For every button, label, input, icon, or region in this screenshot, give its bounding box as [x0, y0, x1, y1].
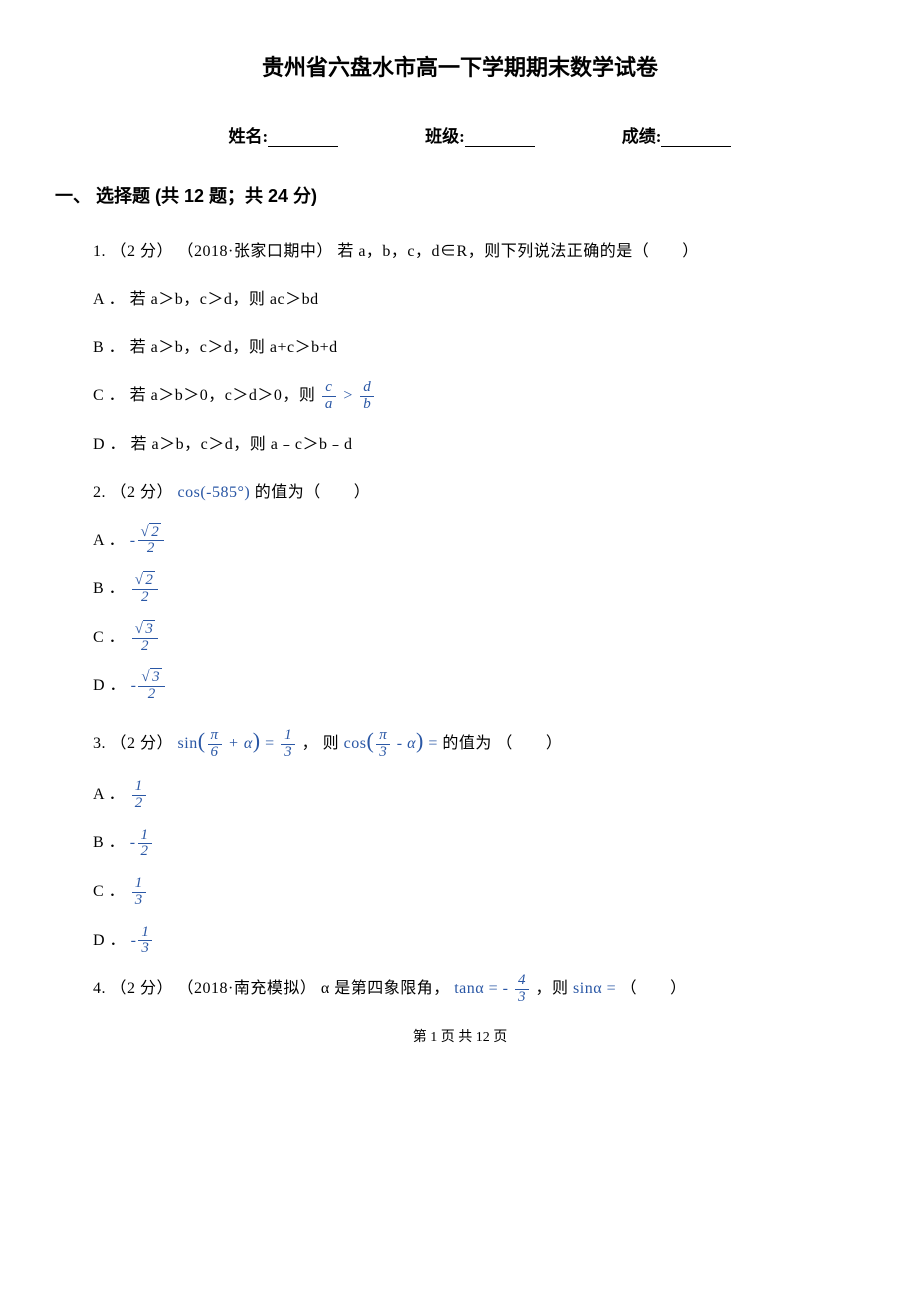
- page-title: 贵州省六盘水市高一下学期期末数学试卷: [55, 50, 865, 82]
- q2-option-c[interactable]: C ． √3 2: [93, 622, 865, 655]
- q4-mid: ，则: [536, 980, 574, 997]
- q2-d-prefix: D ．: [93, 677, 131, 694]
- name-blank[interactable]: [268, 129, 338, 147]
- q2-math: cos(‑585°): [178, 484, 251, 501]
- score-blank[interactable]: [661, 129, 731, 147]
- student-info-row: 姓名: 班级: 成绩:: [55, 122, 865, 147]
- q3-option-c[interactable]: C ． 13: [93, 876, 865, 909]
- q2-b-prefix: B ．: [93, 580, 130, 597]
- q3-mid: ， 则: [302, 735, 340, 752]
- q1-stem: 1. （2 分） （2018·张家口期中） 若 a，b，c，d∈R，则下列说法正…: [93, 236, 865, 268]
- q2-prefix: 2. （2 分）: [93, 484, 178, 501]
- q1-option-a[interactable]: A ． 若 a＞b，c＞d，则 ac＞bd: [93, 284, 865, 316]
- q3-a-prefix: A ．: [93, 786, 130, 803]
- q3-pi6: π6: [208, 728, 222, 761]
- q3-option-a[interactable]: A ． 12: [93, 779, 865, 812]
- q1-c-frac-left: c a: [322, 380, 336, 413]
- q3-c-prefix: C ．: [93, 883, 130, 900]
- q2-a-frac: √2 2: [138, 525, 165, 558]
- class-blank[interactable]: [465, 129, 535, 147]
- q2-a-sign: ‑: [130, 532, 136, 549]
- q4-suffix: （ ）: [621, 980, 687, 997]
- q3-plus-alpha: + α: [228, 735, 253, 752]
- q3-sin: sin: [178, 735, 198, 752]
- q4-stem: 4. （2 分） （2018·南充模拟） α 是第四象限角， tanα = ‑ …: [93, 973, 865, 1006]
- q3-13: 13: [281, 728, 295, 761]
- name-field: 姓名:: [228, 122, 338, 147]
- q3-d-frac: 13: [138, 925, 152, 958]
- question-4: 4. （2 分） （2018·南充模拟） α 是第四象限角， tanα = ‑ …: [93, 973, 865, 1006]
- q4-prefix: 4. （2 分） （2018·南充模拟） α 是第四象限角，: [93, 980, 454, 997]
- class-label: 班级:: [425, 127, 465, 146]
- q1-option-b[interactable]: B ． 若 a＞b，c＞d，则 a+c＞b+d: [93, 332, 865, 364]
- q3-b-frac: 12: [138, 828, 152, 861]
- q3-option-d[interactable]: D ． ‑13: [93, 925, 865, 958]
- question-2: 2. （2 分） cos(‑585°) 的值为（ ） A ． ‑ √2 2 B …: [93, 477, 865, 703]
- q4-tan: tanα = ‑: [454, 980, 513, 997]
- q1-c-frac-right: d b: [360, 380, 374, 413]
- q2-stem: 2. （2 分） cos(‑585°) 的值为（ ）: [93, 477, 865, 509]
- q3-prefix: 3. （2 分）: [93, 735, 178, 752]
- q3-pi3: π3: [376, 728, 390, 761]
- q3-eq2: =: [428, 735, 442, 752]
- q3-b-prefix: B ．: [93, 834, 130, 851]
- q2-suffix: 的值为（ ）: [255, 484, 371, 501]
- q4-sin: sinα =: [573, 980, 621, 997]
- q1-option-c[interactable]: C ． 若 a＞b＞0，c＞d＞0，则 c a > d b: [93, 380, 865, 413]
- q2-a-prefix: A ．: [93, 532, 130, 549]
- q3-minus-alpha: ‑ α: [397, 735, 416, 752]
- q3-cos: cos: [344, 735, 367, 752]
- q3-eq1: =: [265, 735, 279, 752]
- q3-a-frac: 12: [132, 779, 146, 812]
- score-field: 成绩:: [622, 122, 732, 147]
- q1-option-d[interactable]: D ． 若 a＞b，c＞d，则 a﹣c＞b﹣d: [93, 429, 865, 461]
- q2-option-a[interactable]: A ． ‑ √2 2: [93, 525, 865, 558]
- section-1-title: 一、 选择题 (共 12 题；共 24 分): [55, 182, 865, 208]
- q3-b-sign: ‑: [130, 834, 136, 851]
- question-3: 3. （2 分） sin(π6 + α) = 13 ， 则 cos(π3 ‑ α…: [93, 719, 865, 957]
- q3-option-b[interactable]: B ． ‑12: [93, 827, 865, 860]
- question-1: 1. （2 分） （2018·张家口期中） 若 a，b，c，d∈R，则下列说法正…: [93, 236, 865, 461]
- q3-stem: 3. （2 分） sin(π6 + α) = 13 ， 则 cos(π3 ‑ α…: [93, 719, 865, 763]
- page-footer: 第 1 页 共 12 页: [55, 1026, 865, 1046]
- q2-b-frac: √2 2: [132, 573, 159, 606]
- q4-43: 43: [515, 973, 529, 1006]
- q3-d-sign: ‑: [131, 932, 137, 949]
- q2-option-d[interactable]: D ． ‑ √3 2: [93, 670, 865, 703]
- q2-c-prefix: C ．: [93, 629, 130, 646]
- q1-c-text: C ． 若 a＞b＞0，c＞d＞0，则: [93, 387, 320, 404]
- q2-d-sign: ‑: [131, 677, 137, 694]
- q3-c-frac: 13: [132, 876, 146, 909]
- q2-c-frac: √3 2: [132, 622, 159, 655]
- q2-option-b[interactable]: B ． √2 2: [93, 573, 865, 606]
- q3-suffix: 的值为 （ ）: [442, 735, 562, 752]
- q1-c-gt: >: [342, 387, 358, 404]
- q3-d-prefix: D ．: [93, 932, 131, 949]
- score-label: 成绩:: [622, 127, 662, 146]
- q2-d-frac: √3 2: [138, 670, 165, 703]
- class-field: 班级:: [425, 122, 535, 147]
- name-label: 姓名:: [228, 127, 268, 146]
